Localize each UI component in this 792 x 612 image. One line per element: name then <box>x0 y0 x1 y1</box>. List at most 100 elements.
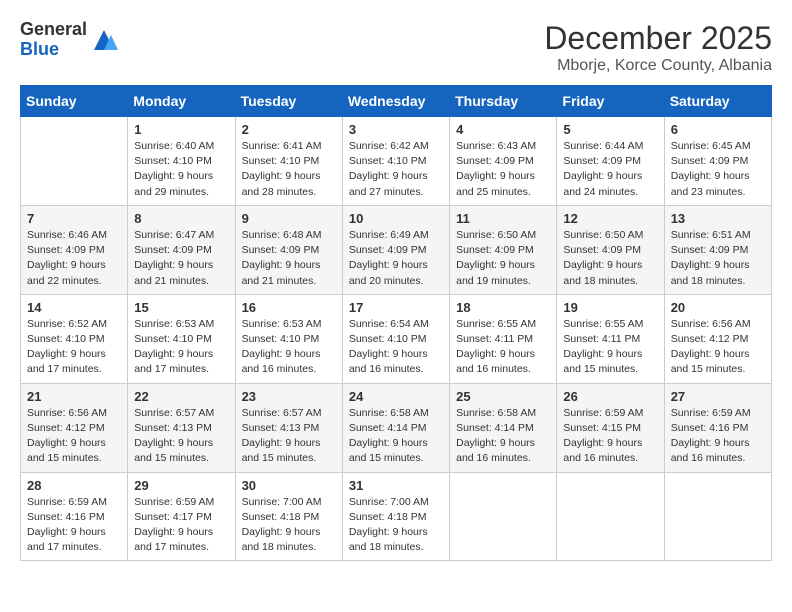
day-info: Sunrise: 6:47 AM Sunset: 4:09 PM Dayligh… <box>134 228 228 289</box>
day-number: 16 <box>242 300 336 315</box>
day-info: Sunrise: 6:45 AM Sunset: 4:09 PM Dayligh… <box>671 139 765 200</box>
day-number: 15 <box>134 300 228 315</box>
day-number: 6 <box>671 122 765 137</box>
page-header: General Blue December 2025 Mborje, Korce… <box>20 20 772 75</box>
day-number: 4 <box>456 122 550 137</box>
calendar-cell: 8 Sunrise: 6:47 AM Sunset: 4:09 PM Daylig… <box>128 205 235 294</box>
day-number: 7 <box>27 211 121 226</box>
calendar-day-header: Saturday <box>664 86 771 117</box>
calendar-cell <box>664 472 771 561</box>
calendar-day-header: Sunday <box>21 86 128 117</box>
logo-general-text: General <box>20 20 87 40</box>
day-info: Sunrise: 6:55 AM Sunset: 4:11 PM Dayligh… <box>456 317 550 378</box>
day-info: Sunrise: 6:53 AM Sunset: 4:10 PM Dayligh… <box>242 317 336 378</box>
day-info: Sunrise: 6:57 AM Sunset: 4:13 PM Dayligh… <box>134 406 228 467</box>
day-info: Sunrise: 6:56 AM Sunset: 4:12 PM Dayligh… <box>671 317 765 378</box>
day-info: Sunrise: 6:41 AM Sunset: 4:10 PM Dayligh… <box>242 139 336 200</box>
day-info: Sunrise: 6:43 AM Sunset: 4:09 PM Dayligh… <box>456 139 550 200</box>
day-number: 9 <box>242 211 336 226</box>
day-info: Sunrise: 6:59 AM Sunset: 4:15 PM Dayligh… <box>563 406 657 467</box>
calendar-cell: 29 Sunrise: 6:59 AM Sunset: 4:17 PM Dayli… <box>128 472 235 561</box>
day-info: Sunrise: 6:40 AM Sunset: 4:10 PM Dayligh… <box>134 139 228 200</box>
day-number: 5 <box>563 122 657 137</box>
calendar-cell: 2 Sunrise: 6:41 AM Sunset: 4:10 PM Daylig… <box>235 117 342 206</box>
calendar-cell: 28 Sunrise: 6:59 AM Sunset: 4:16 PM Dayli… <box>21 472 128 561</box>
calendar-cell: 18Sunrise: 6:55 AM Sunset: 4:11 PM Dayli… <box>450 294 557 383</box>
day-number: 29 <box>134 478 228 493</box>
day-info: Sunrise: 6:50 AM Sunset: 4:09 PM Dayligh… <box>456 228 550 289</box>
day-info: Sunrise: 6:57 AM Sunset: 4:13 PM Dayligh… <box>242 406 336 467</box>
day-info: Sunrise: 6:53 AM Sunset: 4:10 PM Dayligh… <box>134 317 228 378</box>
day-number: 22 <box>134 389 228 404</box>
calendar-cell: 1Sunrise: 6:40 AM Sunset: 4:10 PM Daylig… <box>128 117 235 206</box>
day-number: 19 <box>563 300 657 315</box>
day-number: 3 <box>349 122 443 137</box>
day-info: Sunrise: 6:42 AM Sunset: 4:10 PM Dayligh… <box>349 139 443 200</box>
day-info: Sunrise: 6:56 AM Sunset: 4:12 PM Dayligh… <box>27 406 121 467</box>
calendar-cell: 17 Sunrise: 6:54 AM Sunset: 4:10 PM Dayli… <box>342 294 449 383</box>
calendar-cell: 30Sunrise: 7:00 AM Sunset: 4:18 PM Dayli… <box>235 472 342 561</box>
calendar-cell <box>557 472 664 561</box>
day-number: 2 <box>242 122 336 137</box>
calendar-cell: 9 Sunrise: 6:48 AM Sunset: 4:09 PM Daylig… <box>235 205 342 294</box>
calendar-cell: 19Sunrise: 6:55 AM Sunset: 4:11 PM Dayli… <box>557 294 664 383</box>
calendar-table: SundayMondayTuesdayWednesdayThursdayFrid… <box>20 85 772 561</box>
logo: General Blue <box>20 20 119 60</box>
title-block: December 2025 Mborje, Korce County, Alba… <box>544 20 772 75</box>
day-number: 10 <box>349 211 443 226</box>
calendar-day-header: Thursday <box>450 86 557 117</box>
day-number: 27 <box>671 389 765 404</box>
calendar-week-row: 14Sunrise: 6:52 AM Sunset: 4:10 PM Dayli… <box>21 294 772 383</box>
calendar-cell: 5 Sunrise: 6:44 AM Sunset: 4:09 PM Daylig… <box>557 117 664 206</box>
day-number: 28 <box>27 478 121 493</box>
day-info: Sunrise: 6:51 AM Sunset: 4:09 PM Dayligh… <box>671 228 765 289</box>
logo-icon <box>89 25 119 55</box>
calendar-cell: 12Sunrise: 6:50 AM Sunset: 4:09 PM Dayli… <box>557 205 664 294</box>
calendar-cell: 14Sunrise: 6:52 AM Sunset: 4:10 PM Dayli… <box>21 294 128 383</box>
calendar-day-header: Monday <box>128 86 235 117</box>
calendar-day-header: Tuesday <box>235 86 342 117</box>
day-number: 25 <box>456 389 550 404</box>
day-info: Sunrise: 6:44 AM Sunset: 4:09 PM Dayligh… <box>563 139 657 200</box>
calendar-cell <box>450 472 557 561</box>
day-number: 13 <box>671 211 765 226</box>
day-info: Sunrise: 6:58 AM Sunset: 4:14 PM Dayligh… <box>349 406 443 467</box>
day-number: 17 <box>349 300 443 315</box>
calendar-cell: 15 Sunrise: 6:53 AM Sunset: 4:10 PM Dayli… <box>128 294 235 383</box>
calendar-week-row: 7Sunrise: 6:46 AM Sunset: 4:09 PM Daylig… <box>21 205 772 294</box>
calendar-day-header: Wednesday <box>342 86 449 117</box>
day-number: 30 <box>242 478 336 493</box>
calendar-cell: 6 Sunrise: 6:45 AM Sunset: 4:09 PM Daylig… <box>664 117 771 206</box>
day-number: 20 <box>671 300 765 315</box>
day-number: 8 <box>134 211 228 226</box>
calendar-week-row: 21 Sunrise: 6:56 AM Sunset: 4:12 PM Dayli… <box>21 383 772 472</box>
calendar-day-header: Friday <box>557 86 664 117</box>
day-number: 12 <box>563 211 657 226</box>
calendar-cell: 21 Sunrise: 6:56 AM Sunset: 4:12 PM Dayli… <box>21 383 128 472</box>
calendar-cell: 31Sunrise: 7:00 AM Sunset: 4:18 PM Dayli… <box>342 472 449 561</box>
day-number: 21 <box>27 389 121 404</box>
day-info: Sunrise: 6:59 AM Sunset: 4:17 PM Dayligh… <box>134 495 228 556</box>
day-number: 26 <box>563 389 657 404</box>
calendar-cell: 22 Sunrise: 6:57 AM Sunset: 4:13 PM Dayli… <box>128 383 235 472</box>
day-info: Sunrise: 6:59 AM Sunset: 4:16 PM Dayligh… <box>671 406 765 467</box>
calendar-cell: 13 Sunrise: 6:51 AM Sunset: 4:09 PM Dayli… <box>664 205 771 294</box>
calendar-cell: 4 Sunrise: 6:43 AM Sunset: 4:09 PM Daylig… <box>450 117 557 206</box>
calendar-week-row: 1Sunrise: 6:40 AM Sunset: 4:10 PM Daylig… <box>21 117 772 206</box>
location-subtitle: Mborje, Korce County, Albania <box>544 57 772 75</box>
calendar-cell: 11Sunrise: 6:50 AM Sunset: 4:09 PM Dayli… <box>450 205 557 294</box>
day-info: Sunrise: 6:52 AM Sunset: 4:10 PM Dayligh… <box>27 317 121 378</box>
logo-blue-text: Blue <box>20 40 87 60</box>
day-info: Sunrise: 6:59 AM Sunset: 4:16 PM Dayligh… <box>27 495 121 556</box>
month-title: December 2025 <box>544 20 772 57</box>
day-number: 31 <box>349 478 443 493</box>
calendar-cell: 10Sunrise: 6:49 AM Sunset: 4:09 PM Dayli… <box>342 205 449 294</box>
day-number: 23 <box>242 389 336 404</box>
calendar-cell: 24 Sunrise: 6:58 AM Sunset: 4:14 PM Dayli… <box>342 383 449 472</box>
day-number: 24 <box>349 389 443 404</box>
day-info: Sunrise: 6:48 AM Sunset: 4:09 PM Dayligh… <box>242 228 336 289</box>
day-info: Sunrise: 6:58 AM Sunset: 4:14 PM Dayligh… <box>456 406 550 467</box>
calendar-cell: 3 Sunrise: 6:42 AM Sunset: 4:10 PM Daylig… <box>342 117 449 206</box>
calendar-week-row: 28 Sunrise: 6:59 AM Sunset: 4:16 PM Dayli… <box>21 472 772 561</box>
day-info: Sunrise: 6:54 AM Sunset: 4:10 PM Dayligh… <box>349 317 443 378</box>
